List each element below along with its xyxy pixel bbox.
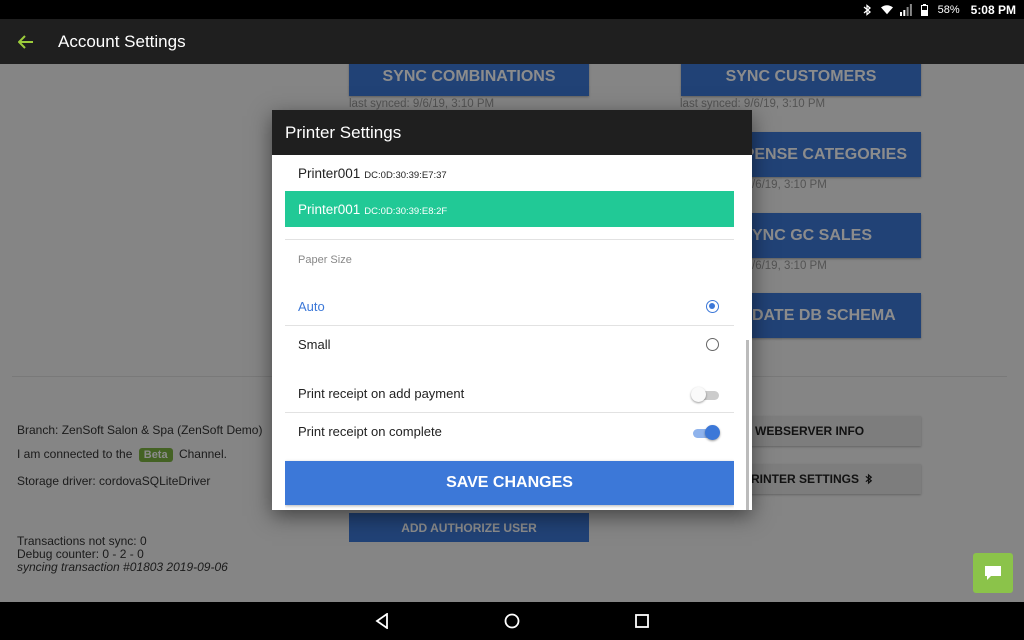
radio-unchecked-icon[interactable] — [706, 338, 719, 351]
toggle-label: Print receipt on complete — [298, 424, 442, 439]
printer-name: Printer001 — [298, 165, 361, 181]
paper-option-auto[interactable]: Auto — [285, 288, 734, 325]
nav-home-button[interactable] — [502, 611, 522, 631]
chat-bubble-icon — [985, 566, 1001, 580]
chat-button[interactable] — [973, 553, 1013, 593]
clock: 5:08 PM — [970, 2, 1016, 17]
radio-checked-icon[interactable] — [706, 300, 719, 313]
printer-item[interactable]: Printer001 DC:0D:30:39:E7:37 — [285, 155, 734, 191]
printer-mac: DC:0D:30:39:E7:37 — [364, 169, 447, 181]
printer-settings-dialog: Printer Settings Printer001 DC:0D:30:39:… — [272, 110, 752, 510]
status-bar: 58% 5:08 PM — [0, 0, 1024, 19]
toggle-switch-on[interactable] — [691, 424, 721, 440]
recents-square-icon — [635, 614, 649, 628]
toggle-add-payment-row: Print receipt on add payment — [285, 375, 734, 412]
signal-icon — [899, 3, 912, 16]
save-changes-button[interactable]: SAVE CHANGES — [285, 461, 734, 505]
bluetooth-icon — [862, 3, 874, 16]
printer-item-selected[interactable]: Printer001 DC:0D:30:39:E8:2F — [285, 191, 734, 227]
dialog-body: Printer001 DC:0D:30:39:E7:37 Printer001 … — [285, 155, 734, 510]
toggle-switch-off[interactable] — [691, 386, 721, 402]
wifi-icon — [880, 4, 893, 16]
back-triangle-icon — [375, 613, 388, 629]
printer-mac: DC:0D:30:39:E8:2F — [364, 205, 448, 217]
toggle-complete-row: Print receipt on complete — [285, 413, 734, 450]
arrow-left-icon — [18, 34, 33, 49]
nav-back-button[interactable] — [372, 611, 392, 631]
toggle-label: Print receipt on add payment — [298, 386, 465, 401]
dialog-title: Printer Settings — [272, 110, 752, 155]
paper-size-label: Paper Size — [298, 254, 352, 266]
nav-recents-button[interactable] — [632, 611, 652, 631]
option-label: Small — [298, 337, 331, 352]
option-label: Auto — [298, 299, 325, 314]
home-circle-icon — [504, 613, 520, 629]
battery-icon — [919, 3, 931, 16]
app-bar: Account Settings — [0, 19, 1024, 64]
printer-name: Printer001 — [298, 201, 361, 217]
page-title: Account Settings — [58, 31, 186, 51]
scrollbar[interactable] — [746, 340, 749, 510]
paper-option-small[interactable]: Small — [285, 326, 734, 363]
battery-percent: 58% — [937, 3, 960, 16]
back-button[interactable] — [0, 19, 52, 64]
system-nav-bar — [0, 602, 1024, 640]
